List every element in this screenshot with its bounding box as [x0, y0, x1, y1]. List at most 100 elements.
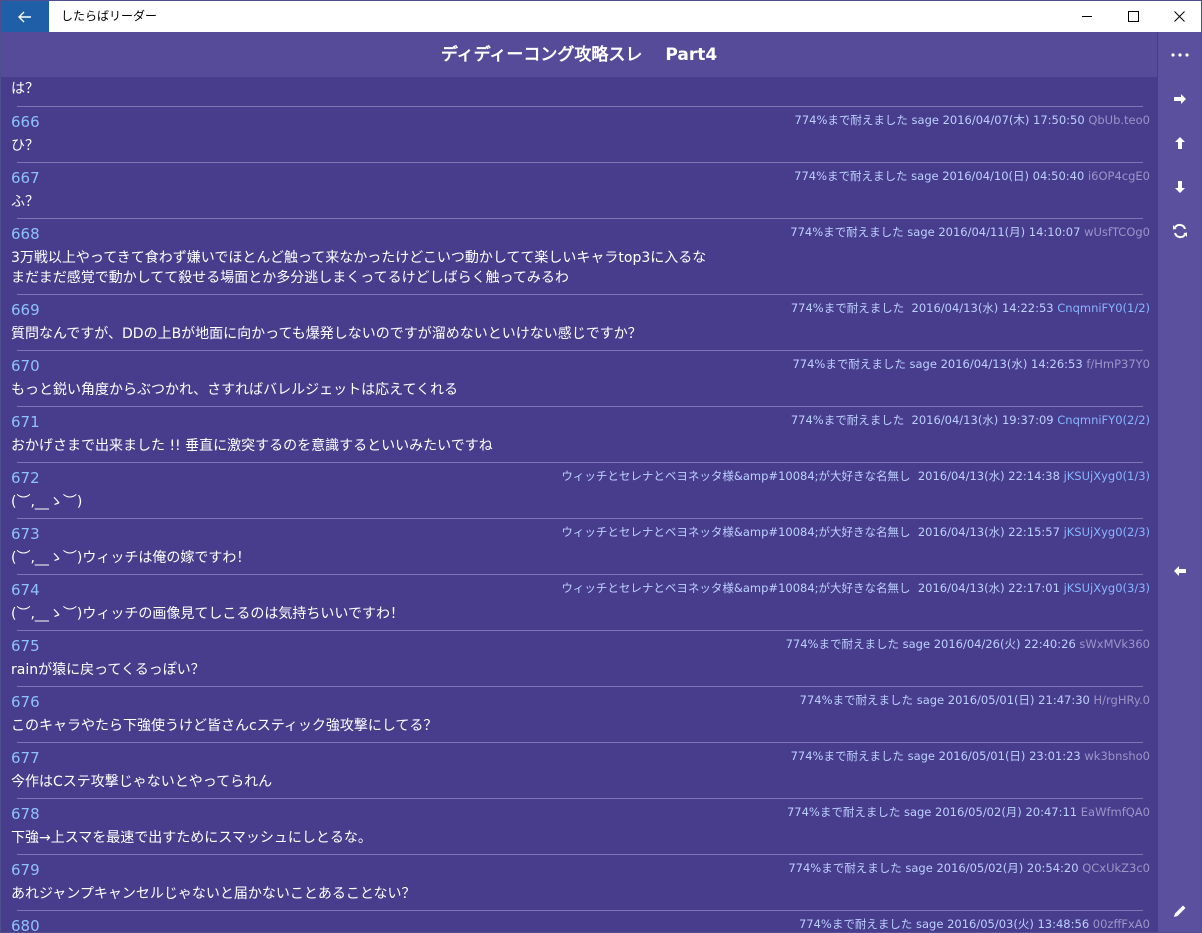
- close-button[interactable]: [1156, 1, 1201, 32]
- next-unread-button[interactable]: [1158, 84, 1201, 114]
- post-meta: ウィッチとセレナとベヨネッタ様&amp#10084;が大好きな名無し 2016/…: [561, 580, 1150, 596]
- post-author-date: 774%まで耐えました sage 2016/04/13(水) 14:26:53: [792, 357, 1087, 371]
- post-author-date: 774%まで耐えました sage 2016/05/01(日) 23:01:23: [790, 749, 1085, 763]
- more-button[interactable]: [1158, 40, 1201, 70]
- post-body: 今作はCステ攻撃じゃないとやってられん: [11, 774, 273, 790]
- post-meta: 774%まで耐えました sage 2016/05/02(月) 20:54:20 …: [788, 860, 1150, 876]
- command-bar: [1158, 32, 1201, 932]
- post-number[interactable]: 666: [11, 112, 40, 132]
- post-item[interactable]: 676 774%まで耐えました sage 2016/05/01(日) 21:47:…: [1, 686, 1157, 742]
- post-id[interactable]: i6OP4cgE0: [1088, 169, 1150, 183]
- post-number[interactable]: 673: [11, 524, 40, 544]
- post-item[interactable]: 679 774%まで耐えました sage 2016/05/02(月) 20:54:…: [1, 854, 1157, 910]
- scroll-bottom-button[interactable]: [1158, 172, 1201, 202]
- post-body: このキャラやたら下強使うけど皆さんcスティック強攻撃にしてる？: [11, 718, 438, 734]
- post-item[interactable]: 672 ウィッチとセレナとベヨネッタ様&amp#10084;が大好きな名無し 20…: [1, 462, 1157, 518]
- post-number[interactable]: 672: [11, 468, 40, 488]
- post-id[interactable]: jKSUjXyg0(2/3): [1064, 525, 1150, 539]
- app-window: したらばリーダー ディディーコング攻略スレ Part4 は？ 666 774%ま…: [0, 0, 1202, 933]
- arrow-right-icon: [1173, 94, 1186, 104]
- post-id[interactable]: CnqmniFY0(1/2): [1057, 301, 1150, 315]
- post-meta: 774%まで耐えました sage 2016/05/01(日) 23:01:23 …: [791, 748, 1150, 764]
- thread-title: ディディーコング攻略スレ Part4: [440, 45, 718, 65]
- post-meta: 774%まで耐えました sage 2016/04/11(月) 14:10:07 …: [790, 224, 1150, 240]
- post-number[interactable]: 679: [11, 860, 40, 880]
- refresh-icon: [1172, 223, 1187, 239]
- post-item[interactable]: 669 774%まで耐えました 2016/04/13(水) 14:22:53 Cn…: [1, 294, 1157, 350]
- post-body: 質問なんですが、DDの上Bが地面に向かっても爆発しないのですが溜めないといけない…: [11, 326, 642, 342]
- post-number[interactable]: 668: [11, 224, 40, 244]
- post-id[interactable]: f/HmP37Y0: [1086, 357, 1150, 371]
- back-button[interactable]: [1, 1, 49, 32]
- post-meta: 774%まで耐えました sage 2016/05/01(日) 21:47:30 …: [800, 692, 1150, 708]
- pencil-icon: [1173, 905, 1185, 917]
- app-title: したらばリーダー: [61, 9, 158, 23]
- post-author-date: 774%まで耐えました sage 2016/04/07(木) 17:50:50: [794, 113, 1089, 127]
- post-author-date: 774%まで耐えました sage 2016/04/11(月) 14:10:07: [790, 225, 1085, 239]
- post-id[interactable]: wUsfTCOg0: [1084, 225, 1150, 239]
- post-number[interactable]: 676: [11, 692, 40, 712]
- post-item[interactable]: 674 ウィッチとセレナとベヨネッタ様&amp#10084;が大好きな名無し 20…: [1, 574, 1157, 630]
- post-author-date: 774%まで耐えました sage 2016/05/03(火) 13:48:56: [798, 917, 1093, 931]
- write-button[interactable]: [1158, 896, 1201, 926]
- post-number[interactable]: 674: [11, 580, 40, 600]
- title-bar: したらばリーダー: [1, 1, 1201, 32]
- post-number[interactable]: 667: [11, 168, 40, 188]
- post-id[interactable]: sWxMVk360: [1079, 637, 1150, 651]
- post-id[interactable]: EaWfmfQA0: [1081, 805, 1150, 819]
- more-icon: [1170, 53, 1189, 57]
- minimize-icon: [1081, 16, 1092, 17]
- post-body: (︶,__ゝ︶)ウィッチの画像見てしこるのは気持ちいいですわ！: [11, 606, 404, 622]
- post-item[interactable]: 680 774%まで耐えました sage 2016/05/03(火) 13:48:…: [1, 910, 1157, 932]
- post-item[interactable]: 677 774%まで耐えました sage 2016/05/01(日) 23:01:…: [1, 742, 1157, 798]
- post-number[interactable]: 677: [11, 748, 40, 768]
- post-author-date: ウィッチとセレナとベヨネッタ様&amp#10084;が大好きな名無し 2016/…: [561, 581, 1064, 595]
- post-body: もっと鋭い角度からぶつかれ、さすればバレルジェットは応えてくれる: [11, 382, 459, 398]
- post-id[interactable]: QbUb.teo0: [1088, 113, 1150, 127]
- partial-post-body: は？: [11, 81, 39, 97]
- maximize-button[interactable]: [1110, 1, 1156, 32]
- post-item[interactable]: 678 774%まで耐えました sage 2016/05/02(月) 20:47:…: [1, 798, 1157, 854]
- scroll-top-button[interactable]: [1158, 128, 1201, 158]
- post-body: ふ？: [11, 194, 39, 210]
- post-number[interactable]: 670: [11, 356, 40, 376]
- post-author-date: 774%まで耐えました 2016/04/13(水) 14:22:53: [790, 301, 1058, 315]
- post-id[interactable]: 00zffFxA0: [1093, 917, 1150, 931]
- post-author-date: 774%まで耐えました sage 2016/05/02(月) 20:54:20: [788, 861, 1083, 875]
- post-item[interactable]: 671 774%まで耐えました 2016/04/13(水) 19:37:09 Cn…: [1, 406, 1157, 462]
- post-item[interactable]: 673 ウィッチとセレナとベヨネッタ様&amp#10084;が大好きな名無し 20…: [1, 518, 1157, 574]
- post-number[interactable]: 675: [11, 636, 40, 656]
- arrow-down-icon: [1174, 181, 1185, 193]
- post-item[interactable]: 667 774%まで耐えました sage 2016/04/10(日) 04:50:…: [1, 162, 1157, 218]
- post-id[interactable]: QCxUkZ3c0: [1082, 861, 1150, 875]
- post-body: (︶,__ゝ︶)ウィッチは俺の嫁ですわ！: [11, 550, 251, 566]
- post-id[interactable]: jKSUjXyg0(3/3): [1064, 581, 1150, 595]
- post-number[interactable]: 680: [11, 916, 40, 932]
- post-number[interactable]: 678: [11, 804, 40, 824]
- post-meta: ウィッチとセレナとベヨネッタ様&amp#10084;が大好きな名無し 2016/…: [561, 468, 1150, 484]
- post-item[interactable]: 675 774%まで耐えました sage 2016/04/26(火) 22:40:…: [1, 630, 1157, 686]
- post-meta: 774%まで耐えました sage 2016/05/03(火) 13:48:56 …: [799, 916, 1150, 932]
- maximize-icon: [1127, 11, 1139, 22]
- post-id[interactable]: H/rgHRy.0: [1094, 693, 1151, 707]
- post-item[interactable]: 666 774%まで耐えました sage 2016/04/07(木) 17:50:…: [1, 106, 1157, 162]
- post-list[interactable]: は？ 666 774%まで耐えました sage 2016/04/07(木) 17:…: [1, 77, 1157, 932]
- minimize-button[interactable]: [1064, 1, 1110, 32]
- post-id[interactable]: CnqmniFY0(2/2): [1057, 413, 1150, 427]
- post-id[interactable]: jKSUjXyg0(1/3): [1064, 469, 1150, 483]
- post-item[interactable]: 668 774%まで耐えました sage 2016/04/11(月) 14:10:…: [1, 218, 1157, 286]
- refresh-button[interactable]: [1158, 216, 1201, 246]
- post-id[interactable]: wk3bnsho0: [1084, 749, 1150, 763]
- back-position-button[interactable]: [1158, 556, 1201, 586]
- post-meta: ウィッチとセレナとベヨネッタ様&amp#10084;が大好きな名無し 2016/…: [561, 524, 1150, 540]
- close-icon: [1173, 11, 1185, 22]
- post-item[interactable]: 670 774%まで耐えました sage 2016/04/13(水) 14:26:…: [1, 350, 1157, 406]
- post-body: おかげさまで出来ました !! 垂直に激突するのを意識するといいみたいですね: [11, 438, 493, 454]
- post-number[interactable]: 669: [11, 300, 40, 320]
- post-meta: 774%まで耐えました sage 2016/04/10(日) 04:50:40 …: [794, 168, 1150, 184]
- post-author-date: ウィッチとセレナとベヨネッタ様&amp#10084;が大好きな名無し 2016/…: [561, 469, 1064, 483]
- post-number[interactable]: 671: [11, 412, 40, 432]
- post-body: 下強→上スマを最速で出すためにスマッシュにしとるな。: [11, 830, 372, 846]
- post-body: rainが猿に戻ってくるっぽい？: [11, 662, 205, 678]
- arrow-up-icon: [1174, 137, 1185, 149]
